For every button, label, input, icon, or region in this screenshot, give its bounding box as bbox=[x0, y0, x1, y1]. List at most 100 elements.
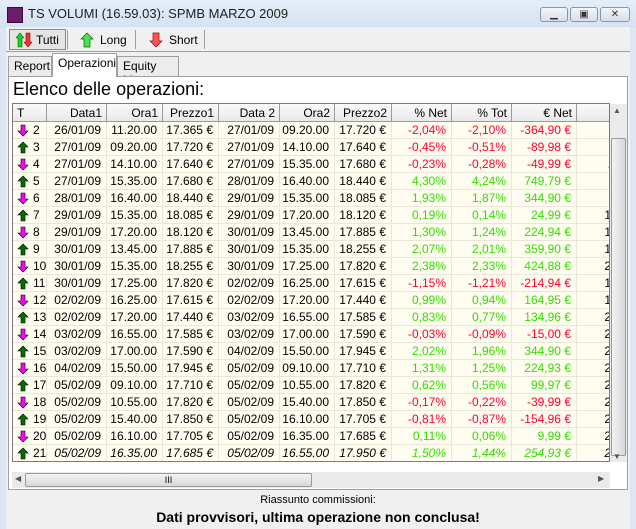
long-button[interactable]: Long bbox=[74, 29, 133, 50]
cell-pct-net: 2,38% bbox=[392, 258, 452, 275]
table-row[interactable]: 17 05/02/09 09.10.00 17.710 €05/02/09 10.55.… bbox=[13, 377, 609, 394]
cell-data1: 30/01/09 bbox=[47, 275, 107, 292]
tutti-button[interactable]: Tutti bbox=[9, 29, 66, 50]
table-row[interactable]: 6 28/01/09 16.40.00 18.440 €29/01/09 15.35.0… bbox=[13, 190, 609, 207]
column-header-prezzo2[interactable]: Prezzo2 bbox=[335, 104, 392, 122]
table-row[interactable]: 16 04/02/09 15.50.00 17.945 €05/02/09 09.10.… bbox=[13, 360, 609, 377]
cell-ora1: 13.45.00 bbox=[107, 241, 163, 258]
cell-data1: 30/01/09 bbox=[47, 258, 107, 275]
cell-prezzo2: 17.585 € bbox=[335, 309, 392, 326]
table-row[interactable]: 10 30/01/09 15.35.00 18.255 €30/01/09 17.25.… bbox=[13, 258, 609, 275]
cell-pct-net: 0,62% bbox=[392, 377, 452, 394]
cell-extra: 1 bbox=[577, 275, 609, 292]
cell-pct-tot: 2,33% bbox=[452, 258, 512, 275]
cell-eur-net: 254,93 € bbox=[512, 445, 577, 461]
cell-ora2: 13.45.00 bbox=[280, 224, 335, 241]
cell-ora2: 17.00.00 bbox=[280, 326, 335, 343]
cell-eur-net: -15,00 € bbox=[512, 326, 577, 343]
minimize-button[interactable]: ▁ bbox=[540, 7, 568, 22]
table-row[interactable]: 18 05/02/09 10.55.00 17.820 €05/02/09 15.40.… bbox=[13, 394, 609, 411]
cell-pct-tot: -0,22% bbox=[452, 394, 512, 411]
column-header-data1[interactable]: Data1 bbox=[47, 104, 107, 122]
table-row[interactable]: 7 29/01/09 15.35.00 18.085 €29/01/09 17.20.0… bbox=[13, 207, 609, 224]
cell-prezzo2: 17.820 € bbox=[335, 258, 392, 275]
cell-extra: 2 bbox=[577, 360, 609, 377]
short-button[interactable]: Short bbox=[143, 29, 204, 50]
tab-equity-line[interactable]: Equity Line bbox=[117, 56, 179, 87]
table-row[interactable]: 13 02/02/09 17.20.00 17.440 €03/02/09 16.55.… bbox=[13, 309, 609, 326]
table-row[interactable]: 19 05/02/09 15.40.00 17.850 €05/02/09 16.10.… bbox=[13, 411, 609, 428]
column-header-ora2[interactable]: Ora2 bbox=[280, 104, 335, 122]
table-row[interactable]: 14 03/02/09 16.55.00 17.585 €03/02/09 17.00.… bbox=[13, 326, 609, 343]
cell-extra: 1 bbox=[577, 292, 609, 309]
scroll-right-icon[interactable]: ▶ bbox=[598, 474, 604, 483]
cell-prezzo1: 17.820 € bbox=[163, 275, 219, 292]
cell-pct-tot: -0,09% bbox=[452, 326, 512, 343]
column-header-t[interactable]: T bbox=[13, 104, 47, 122]
table-row[interactable]: 2 26/01/09 11.20.00 17.365 €27/01/09 09.20.0… bbox=[13, 122, 609, 139]
cell-pct-tot: -0,87% bbox=[452, 411, 512, 428]
scroll-up-icon[interactable]: ▲ bbox=[613, 106, 621, 115]
vertical-scroll-thumb[interactable] bbox=[611, 138, 626, 456]
cell-pct-net: -0,23% bbox=[392, 156, 452, 173]
cell-ora2: 16.55.00 bbox=[280, 309, 335, 326]
cell-prezzo1: 17.590 € bbox=[163, 343, 219, 360]
cell-prezzo1: 17.680 € bbox=[163, 173, 219, 190]
tab-report[interactable]: Report bbox=[8, 56, 52, 76]
cell-pct-tot: 1,87% bbox=[452, 190, 512, 207]
operations-table[interactable]: T Data1 Ora1 Prezzo1 Data 2 Ora2 Prezzo2% Net%… bbox=[12, 103, 610, 462]
column-header-extra[interactable] bbox=[577, 104, 609, 122]
cell-data1: 02/02/09 bbox=[47, 292, 107, 309]
up-down-arrow-icon bbox=[15, 32, 33, 48]
short-arrow-icon bbox=[17, 362, 29, 375]
maximize-button[interactable]: ▣ bbox=[570, 7, 598, 22]
table-row[interactable]: 11 30/01/09 17.25.00 17.820 €02/02/09 16.25.… bbox=[13, 275, 609, 292]
cell-prezzo1: 17.820 € bbox=[163, 394, 219, 411]
horizontal-scroll-thumb[interactable]: III bbox=[25, 473, 312, 487]
cell-prezzo1: 17.585 € bbox=[163, 326, 219, 343]
column-header-eur-net[interactable]: € Net bbox=[512, 104, 577, 122]
cell-pct-tot: 0,14% bbox=[452, 207, 512, 224]
long-arrow-icon bbox=[17, 209, 29, 222]
table-row[interactable]: 20 05/02/09 16.10.00 17.705 €05/02/09 16.35.… bbox=[13, 428, 609, 445]
cell-data2: 03/02/09 bbox=[219, 326, 280, 343]
close-button[interactable]: ✕ bbox=[600, 7, 630, 22]
cell-eur-net: 344,90 € bbox=[512, 343, 577, 360]
table-row[interactable]: 4 27/01/09 14.10.00 17.640 €27/01/09 15.35.0… bbox=[13, 156, 609, 173]
column-header-pct-tot[interactable]: % Tot bbox=[452, 104, 512, 122]
cell-ora2: 15.50.00 bbox=[280, 343, 335, 360]
cell-eur-net: 164,95 € bbox=[512, 292, 577, 309]
cell-extra bbox=[577, 122, 609, 139]
column-header-ora1[interactable]: Ora1 bbox=[107, 104, 163, 122]
provisional-warning: Dati provvisori, ultima operazione non c… bbox=[156, 509, 480, 525]
cell-ora2: 15.35.00 bbox=[280, 156, 335, 173]
cell-pct-net: 2,07% bbox=[392, 241, 452, 258]
table-row[interactable]: 5 27/01/09 15.35.00 17.680 €28/01/09 16.40.0… bbox=[13, 173, 609, 190]
column-header-data2[interactable]: Data 2 bbox=[219, 104, 280, 122]
cell-prezzo1: 17.615 € bbox=[163, 292, 219, 309]
table-row[interactable]: 9 30/01/09 13.45.00 17.885 €30/01/09 15.35.0… bbox=[13, 241, 609, 258]
tab-operazioni[interactable]: Operazioni bbox=[52, 53, 117, 77]
cell-pct-tot: -0,51% bbox=[452, 139, 512, 156]
column-header-prezzo1[interactable]: Prezzo1 bbox=[163, 104, 219, 122]
page-title: Elenco delle operazioni: bbox=[13, 79, 205, 99]
table-row[interactable]: 15 03/02/09 17.00.00 17.590 €04/02/09 15.50.… bbox=[13, 343, 609, 360]
cell-ora1: 09.10.00 bbox=[107, 377, 163, 394]
table-row[interactable]: 3 27/01/09 09.20.00 17.720 €27/01/09 14.10.0… bbox=[13, 139, 609, 156]
cell-extra: 2 bbox=[577, 377, 609, 394]
table-row[interactable]: 12 02/02/09 16.25.00 17.615 €02/02/09 17.20.… bbox=[13, 292, 609, 309]
cell-ora1: 15.35.00 bbox=[107, 207, 163, 224]
short-arrow-icon bbox=[17, 430, 29, 443]
column-header-pct-net[interactable]: % Net bbox=[392, 104, 452, 122]
table-row[interactable]: 8 29/01/09 17.20.00 18.120 €30/01/09 13.45.0… bbox=[13, 224, 609, 241]
scroll-left-icon[interactable]: ◀ bbox=[15, 474, 21, 483]
cell-prezzo1: 17.710 € bbox=[163, 377, 219, 394]
scroll-down-icon[interactable]: ▼ bbox=[613, 452, 621, 461]
long-arrow-icon bbox=[17, 447, 29, 460]
cell-eur-net: -154,96 € bbox=[512, 411, 577, 428]
cell-data2: 05/02/09 bbox=[219, 394, 280, 411]
cell-ora2: 17.20.00 bbox=[280, 207, 335, 224]
table-row[interactable]: 21 05/02/09 16.35.00 17.685 €05/02/09 16.55.… bbox=[13, 445, 609, 461]
toolbar-separator bbox=[135, 30, 136, 49]
cell-prezzo2: 17.590 € bbox=[335, 326, 392, 343]
